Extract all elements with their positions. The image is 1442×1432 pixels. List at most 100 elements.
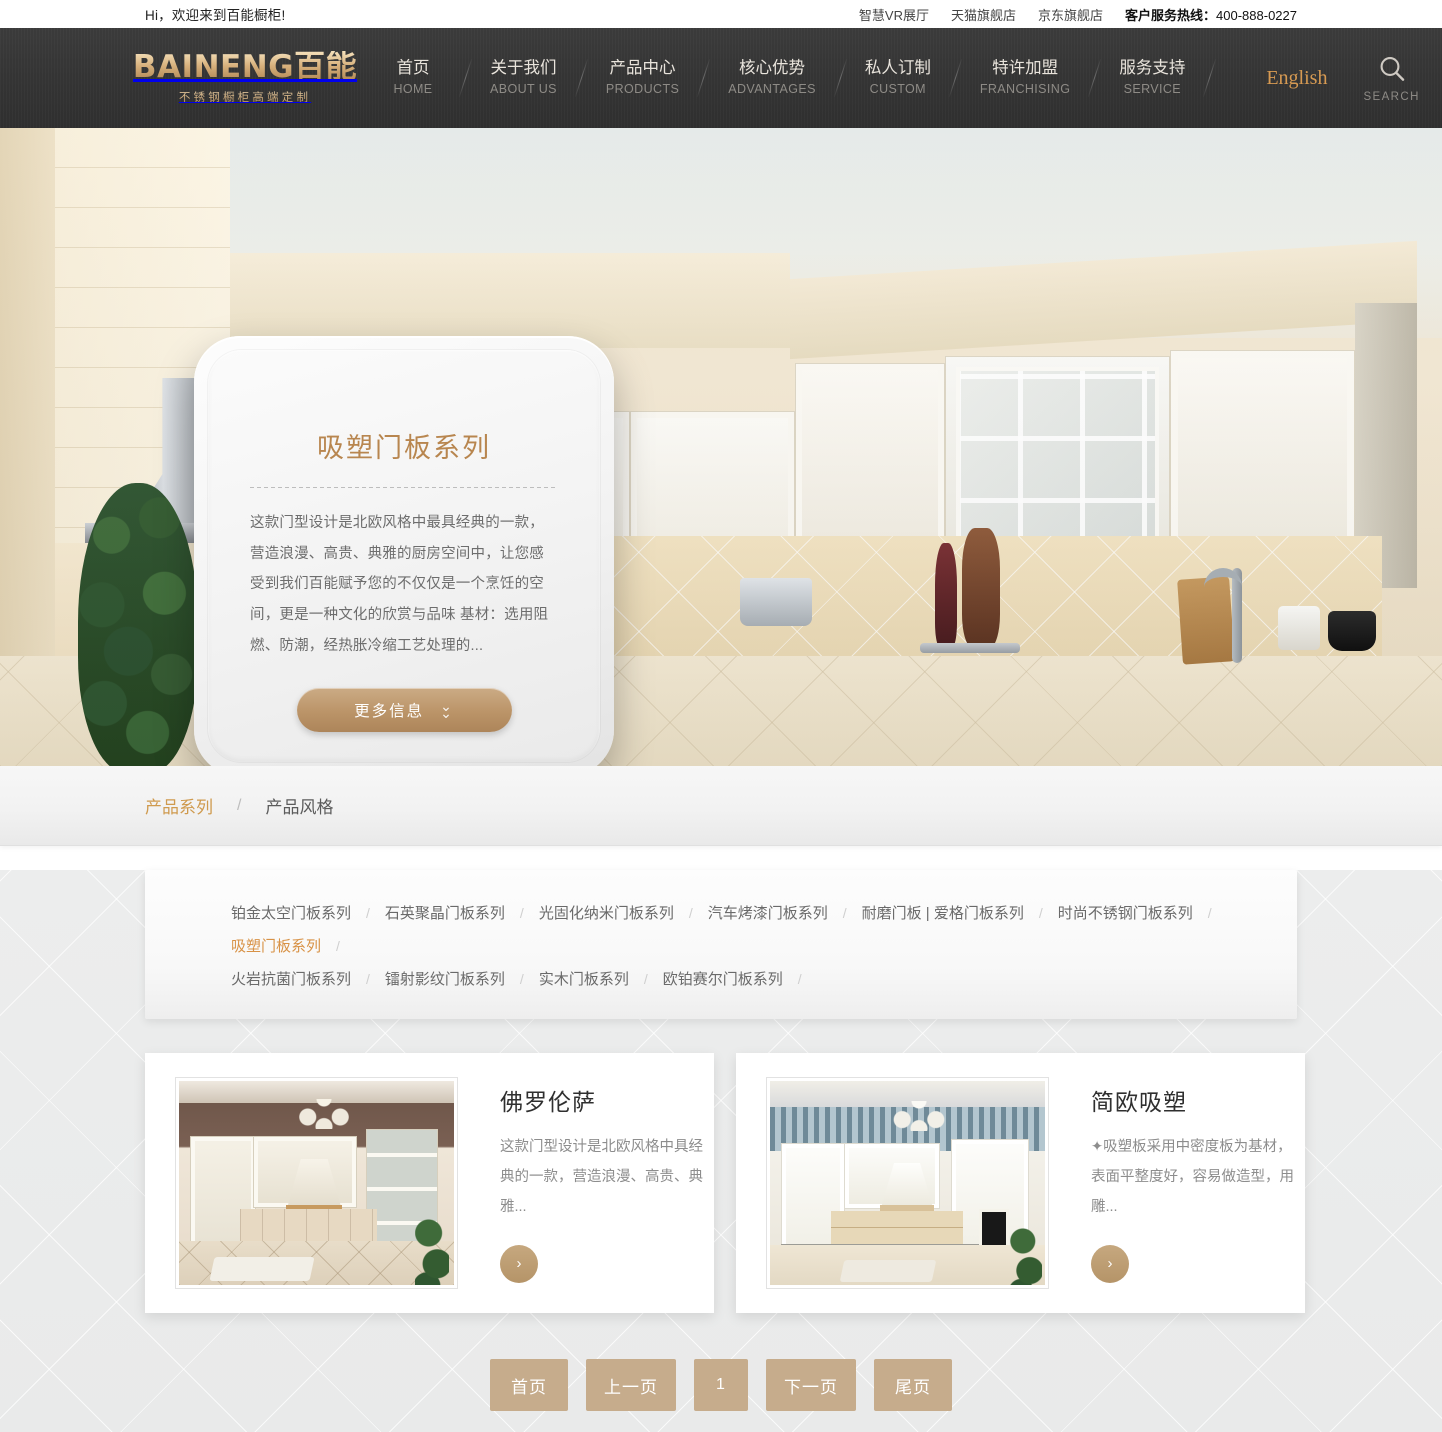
product-filter-panel: 铂金太空门板系列 / 石英聚晶门板系列 / 光固化纳米门板系列 / 汽车烤漆门板… bbox=[145, 870, 1297, 1019]
product-detail-arrow-button[interactable]: › bbox=[1091, 1244, 1129, 1283]
hero-divider bbox=[250, 487, 558, 488]
chevron-right-icon: › bbox=[516, 1255, 522, 1273]
hero-info-card: 吸塑门板系列 这款门型设计是北欧风格中最具经典的一款，营造浪漫、高贵、典雅的厨房… bbox=[194, 336, 614, 766]
nav-item-products-cn: 产品中心 bbox=[609, 59, 676, 78]
service-hotline-number: 400-888-0227 bbox=[1216, 7, 1297, 23]
filter-row-2: 火岩抗菌门板系列 / 镭射影纹门板系列 / 实木门板系列 / 欧铂赛尔门板系列 … bbox=[231, 962, 1297, 995]
nav-item-home-cn: 首页 bbox=[396, 59, 430, 78]
nav-separator bbox=[697, 58, 711, 98]
pagination-first[interactable]: 首页 bbox=[490, 1359, 568, 1411]
nav-item-custom-en: CUSTOM bbox=[869, 82, 926, 97]
logo-wordmark: BAINENG百能 bbox=[132, 49, 358, 86]
nav-item-service-en: SERVICE bbox=[1123, 82, 1182, 97]
nav-separator bbox=[948, 58, 962, 98]
filter-item-platinum-space[interactable]: 铂金太空门板系列 bbox=[231, 896, 351, 929]
product-title: 佛罗伦萨 bbox=[500, 1089, 596, 1116]
tmall-store-link[interactable]: 天猫旗舰店 bbox=[951, 5, 1016, 24]
breadcrumb-product-series[interactable]: 产品系列 bbox=[145, 793, 213, 818]
filter-separator: / bbox=[1207, 904, 1212, 921]
main-content: 铂金太空门板系列 / 石英聚晶门板系列 / 光固化纳米门板系列 / 汽车烤漆门板… bbox=[0, 870, 1442, 1432]
top-utility-bar: Hi，欢迎来到百能橱柜! 智慧VR展厅 天猫旗舰店 京东旗舰店 客户服务热线：4… bbox=[0, 0, 1442, 28]
nav-separator bbox=[574, 58, 589, 98]
search-button[interactable]: SEARCH bbox=[1363, 54, 1419, 103]
hero-banner: 吸塑门板系列 这款门型设计是北欧风格中最具经典的一款，营造浪漫、高贵、典雅的厨房… bbox=[0, 128, 1442, 766]
product-detail-arrow-button[interactable]: › bbox=[500, 1244, 538, 1283]
site-header: BAINENG百能 不锈钢橱柜高端定制 首页 HOME 关于我们 ABOUT U… bbox=[0, 28, 1442, 128]
filter-item-volcanic-antibacterial[interactable]: 火岩抗菌门板系列 bbox=[231, 962, 351, 995]
jd-store-link[interactable]: 京东旗舰店 bbox=[1038, 5, 1103, 24]
main-navigation: 首页 HOME 关于我们 ABOUT US 产品中心 PRODUCTS 核心优势… bbox=[383, 57, 1232, 98]
nav-item-service-cn: 服务支持 bbox=[1119, 59, 1186, 78]
filter-separator: / bbox=[519, 970, 524, 987]
nav-item-advantages-cn: 核心优势 bbox=[739, 59, 806, 78]
nav-item-custom-cn: 私人订制 bbox=[864, 59, 931, 78]
nav-item-advantages[interactable]: 核心优势 ADVANTAGES bbox=[726, 57, 818, 98]
filter-item-quartz-crystal[interactable]: 石英聚晶门板系列 bbox=[385, 896, 505, 929]
product-title: 简欧吸塑 bbox=[1091, 1089, 1187, 1116]
filter-item-thermoformed[interactable]: 吸塑门板系列 bbox=[231, 929, 321, 962]
pagination-prev[interactable]: 上一页 bbox=[586, 1359, 676, 1411]
pagination: 首页 上一页 1 下一页 尾页 bbox=[145, 1313, 1297, 1411]
nav-item-franchising-cn: 特许加盟 bbox=[992, 59, 1059, 78]
product-card-body: 简欧吸塑 ✦吸塑板采用中密度板为基材，表面平整度好，容易做造型，用雕... › bbox=[1049, 1083, 1305, 1283]
product-thumbnail bbox=[175, 1077, 458, 1289]
welcome-greeting: Hi，欢迎来到百能橱柜! bbox=[145, 8, 286, 23]
nav-separator bbox=[1203, 58, 1217, 98]
hero-more-info-label: 更多信息 bbox=[354, 702, 425, 720]
filter-separator: / bbox=[1038, 904, 1043, 921]
pagination-next[interactable]: 下一页 bbox=[766, 1359, 856, 1411]
kitchen-image-simple-european bbox=[770, 1081, 1045, 1285]
nav-item-franchising[interactable]: 特许加盟 FRANCHISING bbox=[978, 57, 1073, 98]
filter-item-opsel[interactable]: 欧铂赛尔门板系列 bbox=[663, 962, 783, 995]
nav-separator bbox=[458, 58, 473, 98]
nav-item-products-en: PRODUCTS bbox=[605, 82, 680, 97]
hero-title: 吸塑门板系列 bbox=[317, 433, 491, 463]
filter-row-1: 铂金太空门板系列 / 石英聚晶门板系列 / 光固化纳米门板系列 / 汽车烤漆门板… bbox=[231, 896, 1297, 962]
nav-item-about-en: ABOUT US bbox=[490, 82, 557, 97]
site-logo[interactable]: BAINENG百能 不锈钢橱柜高端定制 bbox=[133, 51, 357, 105]
nav-item-about[interactable]: 关于我们 ABOUT US bbox=[488, 57, 559, 98]
product-card[interactable]: 佛罗伦萨 这款门型设计是北欧风格中具经典的一款，营造浪漫、高贵、典雅... › bbox=[145, 1053, 714, 1313]
product-card[interactable]: 简欧吸塑 ✦吸塑板采用中密度板为基材，表面平整度好，容易做造型，用雕... › bbox=[736, 1053, 1305, 1313]
service-hotline-label: 客户服务热线： bbox=[1125, 7, 1217, 23]
nav-item-service[interactable]: 服务支持 SERVICE bbox=[1117, 57, 1187, 98]
filter-item-solid-wood[interactable]: 实木门板系列 bbox=[539, 962, 629, 995]
filter-item-laser-shadow[interactable]: 镭射影纹门板系列 bbox=[385, 962, 505, 995]
pagination-page-1[interactable]: 1 bbox=[694, 1359, 748, 1411]
language-switch-english[interactable]: English bbox=[1266, 67, 1327, 90]
search-label: SEARCH bbox=[1363, 90, 1420, 103]
hero-more-info-button[interactable]: 更多信息 ⌄ ⌄ bbox=[296, 687, 512, 732]
chevron-right-icon: › bbox=[1107, 1255, 1113, 1273]
nav-item-home-en: HOME bbox=[393, 82, 433, 97]
breadcrumb-product-style[interactable]: 产品风格 bbox=[265, 793, 333, 818]
nav-item-products[interactable]: 产品中心 PRODUCTS bbox=[604, 57, 681, 98]
top-links-group: 智慧VR展厅 天猫旗舰店 京东旗舰店 客户服务热线：400-888-0227 bbox=[859, 5, 1297, 24]
product-description: 这款门型设计是北欧风格中具经典的一款，营造浪漫、高贵、典雅... bbox=[500, 1139, 703, 1215]
search-icon bbox=[1377, 54, 1407, 89]
product-description: ✦吸塑板采用中密度板为基材，表面平整度好，容易做造型，用雕... bbox=[1091, 1139, 1294, 1215]
nav-item-franchising-en: FRANCHISING bbox=[979, 82, 1071, 97]
product-card-body: 佛罗伦萨 这款门型设计是北欧风格中具经典的一款，营造浪漫、高贵、典雅... › bbox=[458, 1083, 714, 1283]
filter-separator: / bbox=[366, 904, 370, 921]
filter-item-wear-resistant-egger[interactable]: 耐磨门板 | 爱格门板系列 bbox=[862, 896, 1024, 929]
filter-separator: / bbox=[519, 904, 524, 921]
vr-showroom-link[interactable]: 智慧VR展厅 bbox=[859, 5, 929, 24]
filter-separator: / bbox=[842, 904, 847, 921]
hero-info-card-inner: 吸塑门板系列 这款门型设计是北欧风格中最具经典的一款，营造浪漫、高贵、典雅的厨房… bbox=[208, 350, 600, 762]
filter-item-photocured-nano[interactable]: 光固化纳米门板系列 bbox=[539, 896, 674, 929]
nav-separator bbox=[1088, 58, 1102, 98]
nav-item-advantages-en: ADVANTAGES bbox=[728, 82, 816, 97]
filter-item-auto-paint[interactable]: 汽车烤漆门板系列 bbox=[708, 896, 828, 929]
pagination-last[interactable]: 尾页 bbox=[874, 1359, 952, 1411]
nav-item-home[interactable]: 首页 HOME bbox=[383, 57, 443, 98]
nav-item-custom[interactable]: 私人订制 CUSTOM bbox=[863, 57, 933, 98]
filter-separator: / bbox=[688, 904, 693, 921]
hero-description: 这款门型设计是北欧风格中最具经典的一款，营造浪漫、高贵、典雅的厨房空间中，让您感… bbox=[250, 515, 549, 654]
breadcrumb-separator: / bbox=[237, 796, 242, 814]
kitchen-image-florence bbox=[179, 1081, 454, 1285]
filter-item-fashion-stainless[interactable]: 时尚不锈钢门板系列 bbox=[1058, 896, 1193, 929]
logo-tagline: 不锈钢橱柜高端定制 bbox=[179, 89, 311, 105]
breadcrumb: 产品系列 / 产品风格 bbox=[0, 766, 1442, 846]
chevron-double-down-icon: ⌄ ⌄ bbox=[440, 697, 454, 721]
service-hotline: 客户服务热线：400-888-0227 bbox=[1125, 5, 1297, 24]
